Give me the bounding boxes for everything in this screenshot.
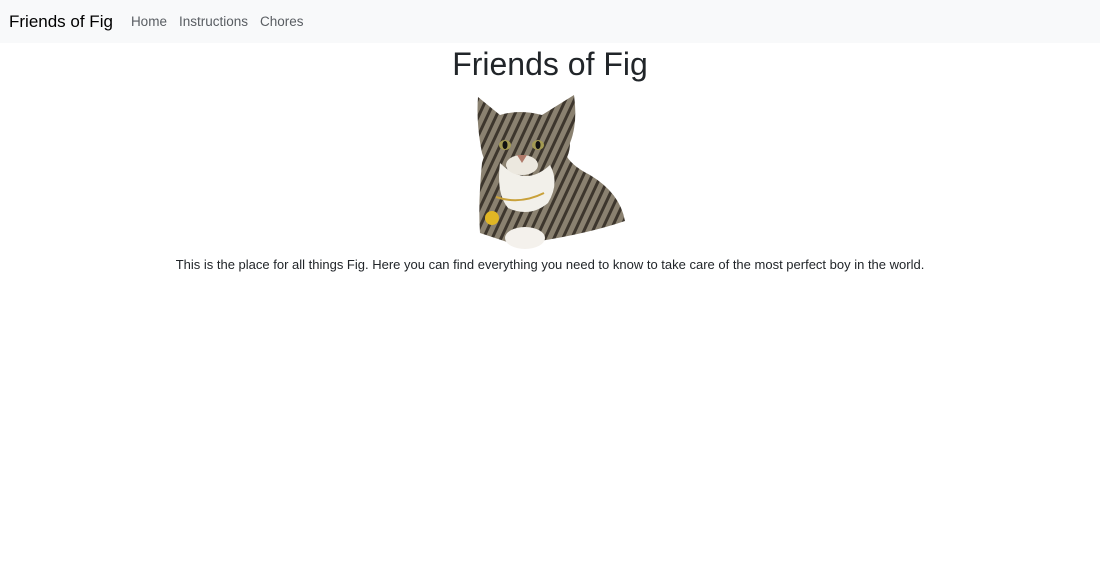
nav-links: Home Instructions Chores [131, 14, 304, 29]
navbar: Friends of Fig Home Instructions Chores [0, 0, 1100, 43]
main-content: Friends of Fig This is the place for all… [0, 45, 1100, 272]
nav-link-chores[interactable]: Chores [260, 14, 304, 29]
cat-photo [477, 95, 625, 249]
intro-text: This is the place for all things Fig. He… [175, 257, 925, 272]
cat-image-container [0, 93, 1100, 251]
page-title: Friends of Fig [452, 46, 648, 82]
nav-link-home[interactable]: Home [131, 14, 167, 29]
brand-link[interactable]: Friends of Fig [9, 12, 113, 32]
nav-link-instructions[interactable]: Instructions [179, 14, 248, 29]
